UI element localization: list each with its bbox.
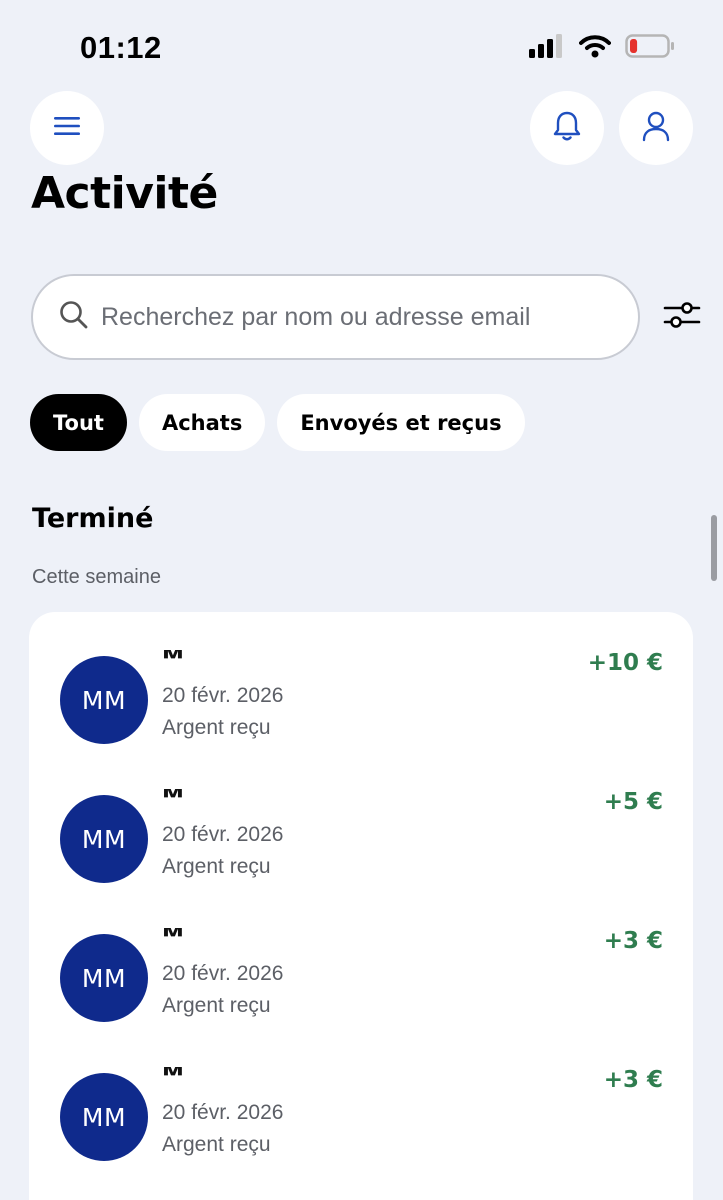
transaction-name: M xyxy=(162,928,184,947)
filter-button[interactable] xyxy=(662,298,702,336)
section-subtitle: Cette semaine xyxy=(32,566,161,588)
transaction-row[interactable]: MM M 20 févr. 2026 Argent reçu +3 € xyxy=(29,890,693,1029)
wifi-icon xyxy=(579,34,611,63)
transaction-date: 20 févr. 2026 xyxy=(162,1101,284,1124)
user-icon xyxy=(641,110,671,147)
cellular-signal-icon xyxy=(529,34,565,63)
search-input[interactable] xyxy=(101,302,601,332)
sliders-icon xyxy=(663,298,701,337)
avatar: MM xyxy=(60,934,148,1022)
transaction-date: 20 févr. 2026 xyxy=(162,684,284,707)
transaction-name: M xyxy=(162,1067,184,1086)
search-icon xyxy=(59,300,89,335)
avatar: MM xyxy=(60,1073,148,1161)
avatar: MM xyxy=(60,656,148,744)
transaction-date: 20 févr. 2026 xyxy=(162,823,284,846)
chip-purchases[interactable]: Achats xyxy=(138,394,266,451)
avatar: MM xyxy=(60,795,148,883)
menu-button[interactable] xyxy=(30,91,104,165)
transaction-row[interactable]: MM M 20 févr. 2026 Argent reçu +10 € xyxy=(29,612,693,751)
chip-sent-received[interactable]: Envoyés et reçus xyxy=(277,394,525,451)
transaction-amount: +3 € xyxy=(603,928,663,954)
filter-chips: Tout Achats Envoyés et reçus xyxy=(30,394,525,451)
status-time: 01:12 xyxy=(80,30,162,65)
status-icons xyxy=(529,34,675,63)
scrollbar[interactable] xyxy=(711,515,717,581)
status-bar: 01:12 xyxy=(0,0,723,96)
hamburger-menu-icon xyxy=(53,115,81,142)
page-title: Activité xyxy=(31,168,218,219)
notifications-button[interactable] xyxy=(530,91,604,165)
transaction-type: Argent reçu xyxy=(162,855,271,878)
chip-all[interactable]: Tout xyxy=(30,394,127,451)
transaction-date: 20 févr. 2026 xyxy=(162,962,284,985)
transaction-row[interactable]: MM M 20 févr. 2026 Argent reçu +5 € xyxy=(29,751,693,890)
transaction-type: Argent reçu xyxy=(162,1133,271,1156)
transaction-type: Argent reçu xyxy=(162,716,271,739)
transaction-amount: +10 € xyxy=(587,650,663,676)
search-bar[interactable] xyxy=(31,274,640,360)
transaction-type: Argent reçu xyxy=(162,994,271,1017)
transaction-name: M xyxy=(162,650,184,669)
transaction-name: M xyxy=(162,789,184,808)
transaction-row[interactable]: MM M 20 févr. 2026 Argent reçu +3 € xyxy=(29,1029,693,1168)
transaction-amount: +5 € xyxy=(603,789,663,815)
profile-button[interactable] xyxy=(619,91,693,165)
bell-icon xyxy=(552,110,582,147)
transaction-amount: +3 € xyxy=(603,1067,663,1093)
transactions-card: MM M 20 févr. 2026 Argent reçu +10 € MM … xyxy=(29,612,693,1200)
section-title: Terminé xyxy=(32,503,154,534)
battery-low-icon xyxy=(625,34,675,63)
